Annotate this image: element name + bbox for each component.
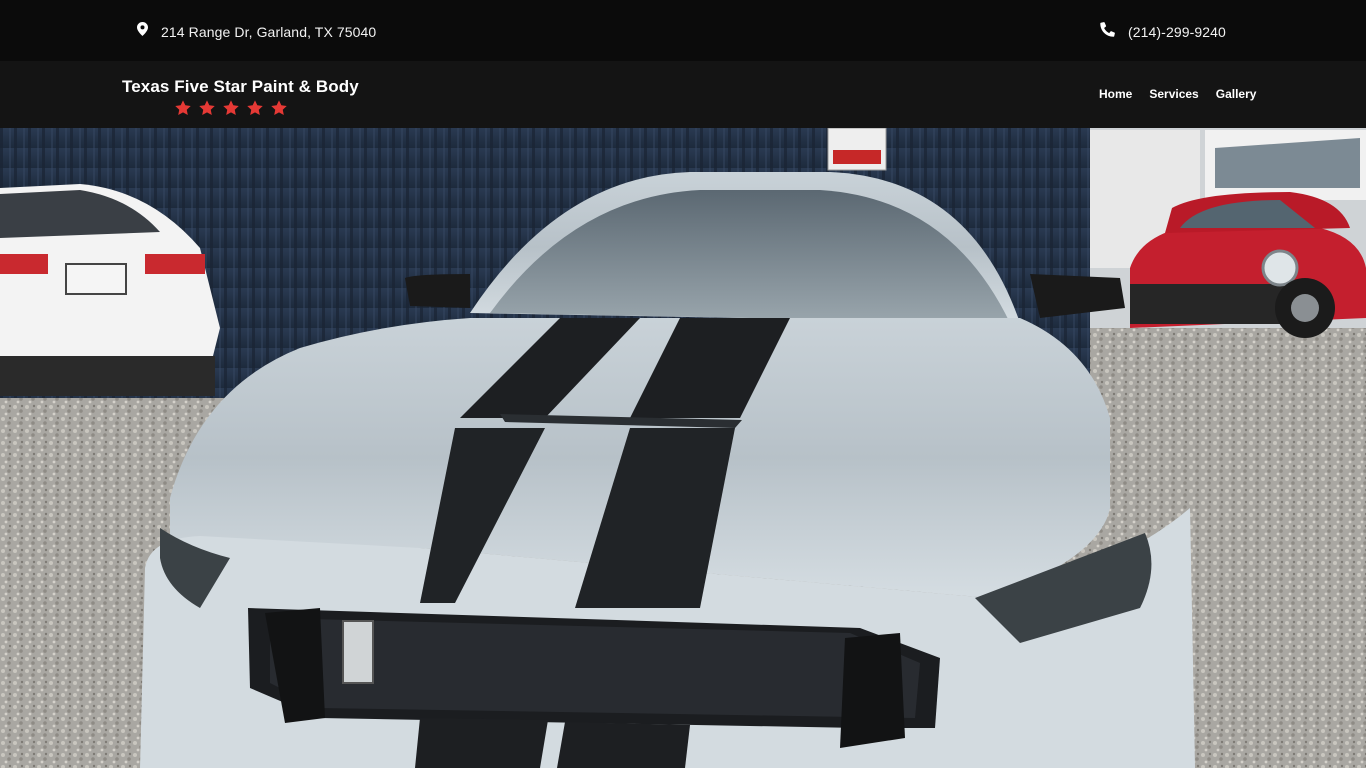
star-icon (271, 100, 287, 116)
main-navbar: Texas Five Star Paint & Body Home Servic… (0, 61, 1366, 128)
top-info-bar: 214 Range Dr, Garland, TX 75040 (214)-29… (0, 0, 1366, 61)
star-icon (175, 100, 191, 116)
phone-icon (1100, 22, 1115, 42)
star-icon (199, 100, 215, 116)
star-icon (247, 100, 263, 116)
star-icon (223, 100, 239, 116)
nav-gallery-link[interactable]: Gallery (1216, 87, 1257, 101)
nav-services-link[interactable]: Services (1149, 87, 1198, 101)
address-text: 214 Range Dr, Garland, TX 75040 (161, 23, 377, 40)
business-hours-sign (827, 128, 887, 171)
nav-home-link[interactable]: Home (1099, 87, 1132, 101)
address-block: 214 Range Dr, Garland, TX 75040 (137, 22, 376, 41)
phone-text[interactable]: (214)-299-9240 (1128, 24, 1226, 40)
brand-name[interactable]: Texas Five Star Paint & Body (122, 77, 359, 97)
rating-stars (122, 99, 359, 117)
map-pin-icon (137, 22, 148, 41)
phone-block[interactable]: (214)-299-9240 (1100, 22, 1226, 42)
nav-menu: Home Services Gallery (1099, 87, 1256, 101)
brand-logo[interactable]: Texas Five Star Paint & Body (122, 77, 359, 117)
hero-photo-illustration (0, 128, 1366, 768)
hero-image (0, 128, 1366, 768)
